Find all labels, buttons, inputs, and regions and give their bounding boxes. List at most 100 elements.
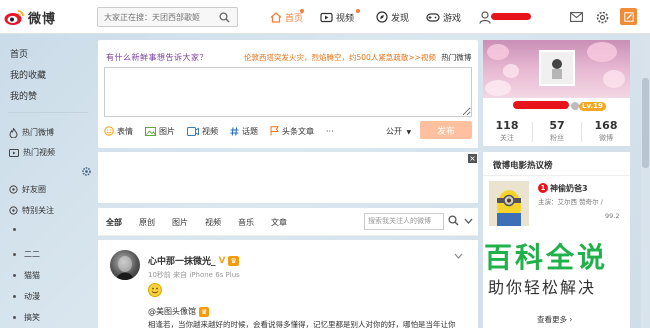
bullet-icon	[13, 316, 16, 319]
hashtag-icon	[230, 126, 239, 136]
sidebar-item-home[interactable]: 首页	[10, 47, 28, 60]
tool-label: 视频	[202, 126, 218, 136]
search-input[interactable]	[98, 12, 214, 22]
logo-text: 微博	[28, 11, 57, 27]
nav-game[interactable]: 游戏	[426, 8, 461, 26]
sidebar-item-label: 特别关注	[22, 206, 54, 215]
feed-card: 心中那一抹微光_ V ♛ 10秒前 来自 iPhone 6s Plus @美图头…	[98, 240, 478, 328]
left-sidebar: 首页 我的收藏 我的赞 热门微博 热门视频 好友圈 特别关注 二二 猫猫 动漫 …	[0, 34, 96, 328]
mention-link[interactable]: @美图头像馆	[148, 306, 196, 317]
sidebar-item-hot-weibo[interactable]: 热门微博	[9, 127, 54, 138]
post-textarea[interactable]	[104, 67, 472, 117]
close-icon[interactable]: ×	[468, 154, 477, 163]
global-search	[97, 7, 238, 27]
nav-video-label: 视频	[336, 13, 355, 24]
sidebar-item-hot-video[interactable]: 热门视频	[9, 147, 55, 158]
post-meta: 10秒前 来自 iPhone 6s Plus	[148, 271, 240, 279]
star-circle-icon	[9, 206, 18, 215]
search-icon[interactable]	[448, 215, 459, 229]
nav-video[interactable]: 视频	[320, 8, 360, 26]
hot-weibo-link[interactable]: 热门微博	[441, 53, 471, 62]
sidebar-group-item[interactable]	[13, 228, 24, 231]
sidebar-item-label: 动漫	[24, 292, 40, 301]
vertical-scrollbar[interactable]	[641, 34, 650, 328]
compose-button[interactable]	[620, 8, 637, 25]
sidebar-group-item[interactable]: 二二	[13, 249, 40, 260]
mention-line: @美图头像馆 ♛	[148, 306, 210, 317]
bullet-icon	[13, 253, 16, 256]
sidebar-group-item[interactable]: 动漫	[13, 291, 40, 302]
group-settings-icon[interactable]	[82, 167, 91, 179]
stat-number: 57	[549, 119, 565, 132]
top-bar: 微博 首页 视频 发现 游戏	[0, 0, 650, 34]
sidebar-item-special-follow[interactable]: 特别关注	[9, 205, 54, 216]
stat-number: 168	[594, 119, 618, 132]
movie-cast: 主演：艾尔西 赞奇尔 /	[538, 198, 603, 206]
bullet-icon	[13, 274, 16, 277]
redacted-username[interactable]	[491, 13, 531, 20]
smile-emoji-icon	[148, 283, 162, 297]
search-icon[interactable]	[214, 7, 234, 27]
stat-following[interactable]: 118 关注	[487, 119, 527, 143]
hot-topic-banner[interactable]: 伦敦西塔突发火灾，烈焰腾空，约500人紧急疏散>>视频 热门微博	[244, 52, 471, 63]
stat-label: 关注	[500, 134, 514, 142]
hot-topic-link[interactable]: 伦敦西塔突发火灾，烈焰腾空，约500人紧急疏散>>视频	[244, 53, 436, 62]
feed-search-input[interactable]: 搜索我关注人的微博	[364, 213, 444, 230]
sidebar-divider	[8, 112, 88, 113]
visibility-select[interactable]: 公开 ▼	[386, 126, 411, 137]
image-tool[interactable]: 图片	[145, 126, 175, 137]
post-composer: 有什么新鲜事想告诉大家？ 伦敦西塔突发火灾，烈焰腾空，约500人紧急疏散>>视频…	[98, 40, 478, 148]
chevron-right-icon: ›	[569, 315, 573, 324]
movie-score: 99.2	[605, 212, 620, 220]
tab-all[interactable]: 全部	[106, 217, 122, 228]
sidebar-item-friends-circle[interactable]: 好友圈	[9, 184, 46, 195]
ad-banner[interactable]: ×	[98, 152, 478, 203]
avatar[interactable]	[110, 250, 140, 280]
mail-icon[interactable]	[568, 9, 584, 25]
topic-tool[interactable]: 话题	[230, 126, 258, 137]
rank-badge: 1	[538, 183, 548, 193]
sidebar-item-label: 热门视频	[23, 148, 55, 157]
scrollbar-thumb[interactable]	[642, 78, 649, 168]
tab-articles[interactable]: 文章	[271, 217, 287, 228]
blossom-decoration	[603, 70, 625, 88]
panel-divider	[483, 175, 630, 176]
sidebar-item-label: 热门微博	[22, 128, 54, 137]
pencil-icon	[623, 11, 634, 22]
article-tool[interactable]: 头条文章	[270, 126, 314, 137]
blossom-decoration	[485, 80, 511, 96]
circle-icon	[9, 185, 18, 194]
sidebar-item-favorites[interactable]: 我的收藏	[10, 68, 46, 81]
post-author[interactable]: 心中那一抹微光_ V ♛	[148, 254, 239, 267]
tab-videos[interactable]: 视频	[205, 217, 221, 228]
tab-images[interactable]: 图片	[172, 217, 188, 228]
gamepad-icon	[426, 12, 440, 23]
more-tool[interactable]: ···	[326, 127, 334, 136]
publish-button[interactable]: 发布	[420, 121, 472, 139]
bullet-icon	[13, 295, 16, 298]
nav-discover[interactable]: 发现	[376, 8, 409, 26]
sidebar-group-item[interactable]: 搞笑	[13, 312, 40, 323]
movie-poster[interactable]	[489, 181, 529, 226]
sidebar-group-item[interactable]: 猫猫	[13, 270, 40, 281]
stat-followers[interactable]: 57 粉丝	[537, 119, 577, 143]
panel-title: 微博电影热议榜	[493, 161, 553, 171]
watermark: 百科全说 助你轻松解决	[470, 226, 640, 316]
redacted-profile-name[interactable]	[513, 101, 569, 109]
bullet-icon	[13, 228, 16, 231]
gear-icon[interactable]	[594, 9, 610, 25]
emoji-tool[interactable]: 表情	[104, 126, 133, 137]
tab-music[interactable]: 音乐	[238, 217, 254, 228]
video-tool[interactable]: 视频	[187, 126, 218, 137]
movie-title[interactable]: 神偷奶爸3	[550, 183, 588, 194]
stat-posts[interactable]: 168 微博	[586, 119, 626, 143]
profile-avatar[interactable]	[539, 50, 575, 86]
weibo-logo[interactable]: 微博	[4, 7, 56, 27]
nav-home[interactable]: 首页	[270, 8, 304, 26]
sidebar-item-label: 好友圈	[22, 185, 46, 194]
tab-original[interactable]: 原创	[139, 217, 155, 228]
chevron-down-icon[interactable]	[454, 252, 463, 262]
sidebar-item-likes[interactable]: 我的赞	[10, 89, 37, 102]
stat-divider	[581, 122, 582, 142]
new-dot	[356, 9, 360, 13]
